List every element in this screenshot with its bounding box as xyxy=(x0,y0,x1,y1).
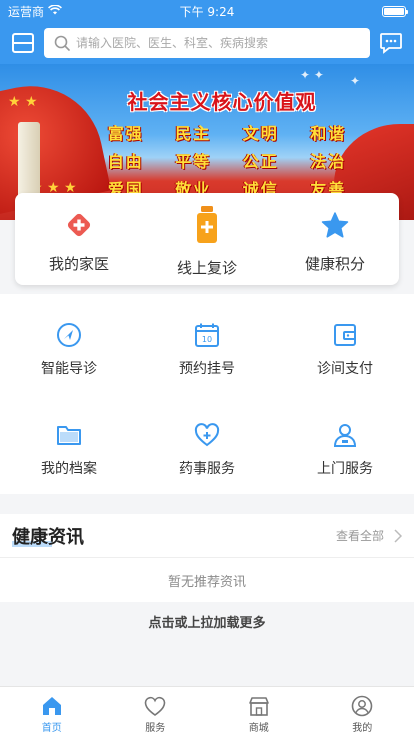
tab-label: 商城 xyxy=(248,723,269,734)
status-time: 下午 9:24 xyxy=(179,4,235,19)
banner-value: 文明 xyxy=(242,124,279,143)
tab-mine[interactable]: 我的 xyxy=(311,687,414,736)
service-label: 智能导诊 xyxy=(41,361,97,377)
banner-value: 法治 xyxy=(310,152,347,171)
heart-icon xyxy=(144,696,166,716)
see-all-link[interactable]: 查看全部 xyxy=(336,527,402,544)
service-label: 我的档案 xyxy=(41,461,97,477)
banner-stars: ★ ★ xyxy=(8,94,38,110)
scan-button[interactable] xyxy=(10,30,36,56)
tab-bar: 首页 服务 商城 我的 xyxy=(0,686,414,736)
news-title-text: 健康资讯 xyxy=(12,526,84,548)
scan-icon xyxy=(12,33,34,53)
services-section: 智能导诊 10 预约挂号 诊间支付 我的档案 药事服务 上门服务 xyxy=(0,294,414,494)
status-left: 运营商 xyxy=(8,3,62,20)
wallet-icon xyxy=(334,324,356,346)
banner-values: 富强 民主 文明 和谐 自由 平等 公正 法治 爱国 敬业 诚信 友善 xyxy=(92,120,362,200)
quick-item-label: 我的家医 xyxy=(48,255,109,273)
service-payment[interactable]: 诊间支付 xyxy=(276,294,414,394)
news-header: 健康资讯 查看全部 xyxy=(0,514,414,558)
tab-service[interactable]: 服务 xyxy=(104,687,208,736)
banner-value: 公正 xyxy=(242,152,279,171)
service-label: 上门服务 xyxy=(317,461,373,477)
quick-access-card: 我的家医 线上复诊 健康积分 xyxy=(15,193,399,285)
navigation-icon xyxy=(57,323,81,347)
tab-label: 首页 xyxy=(41,723,62,734)
star-icon xyxy=(321,207,349,243)
search-input[interactable] xyxy=(76,36,360,50)
heart-plus-icon xyxy=(194,423,220,447)
service-home-visit[interactable]: 上门服务 xyxy=(276,394,414,494)
health-news-section: 健康资讯 查看全部 暂无推荐资讯 xyxy=(0,514,414,602)
user-icon xyxy=(351,695,373,717)
calendar-icon: 10 xyxy=(195,323,219,347)
tab-label: 我的 xyxy=(352,723,373,734)
banner-value: 民主 xyxy=(175,124,212,143)
battery-icon xyxy=(382,5,408,17)
header xyxy=(0,22,414,64)
service-label: 药事服务 xyxy=(179,461,235,477)
search-box[interactable] xyxy=(44,28,370,58)
see-all-label: 查看全部 xyxy=(335,529,384,543)
carrier-label: 运营商 xyxy=(8,4,45,19)
folder-icon xyxy=(57,426,81,445)
quick-item-family-doctor[interactable]: 我的家医 xyxy=(15,193,143,285)
search-icon xyxy=(54,35,70,51)
quick-item-online-revisit[interactable]: 线上复诊 xyxy=(143,193,271,285)
service-records[interactable]: 我的档案 xyxy=(0,394,138,494)
load-more-button[interactable]: 点击或上拉加载更多 xyxy=(0,612,414,631)
service-pharmacy[interactable]: 药事服务 xyxy=(138,394,276,494)
news-title: 健康资讯 xyxy=(12,523,84,549)
quick-item-label: 线上复诊 xyxy=(176,259,237,277)
quick-item-health-points[interactable]: 健康积分 xyxy=(271,193,399,285)
banner-dove: ✦ ✦ xyxy=(300,68,324,82)
shop-icon xyxy=(248,697,269,716)
service-label: 预约挂号 xyxy=(179,361,235,377)
status-bar: 运营商 下午 9:24 xyxy=(0,0,414,22)
svg-text:10: 10 xyxy=(202,335,212,344)
service-label: 诊间支付 xyxy=(317,361,373,377)
banner-value: 富强 xyxy=(107,124,144,143)
banner-value: 平等 xyxy=(175,152,212,171)
wifi-icon xyxy=(48,4,62,18)
medical-cross-icon xyxy=(65,207,93,243)
tab-home[interactable]: 首页 xyxy=(0,687,104,736)
message-icon xyxy=(380,33,402,54)
chevron-right-icon xyxy=(394,528,402,543)
service-smart-guide[interactable]: 智能导诊 xyxy=(0,294,138,394)
banner-title: 社会主义核心价值观 xyxy=(127,90,317,114)
message-button[interactable] xyxy=(378,30,404,56)
tab-label: 服务 xyxy=(145,723,166,734)
news-empty-text: 暂无推荐资讯 xyxy=(167,574,246,590)
medicine-bottle-icon xyxy=(195,206,219,243)
banner-value: 和谐 xyxy=(310,124,347,143)
home-icon xyxy=(42,697,61,715)
service-appointment[interactable]: 10 预约挂号 xyxy=(138,294,276,394)
tab-shop[interactable]: 商城 xyxy=(207,687,311,736)
quick-item-label: 健康积分 xyxy=(304,255,365,273)
doctor-icon xyxy=(333,424,357,447)
banner-value: 自由 xyxy=(107,152,144,171)
